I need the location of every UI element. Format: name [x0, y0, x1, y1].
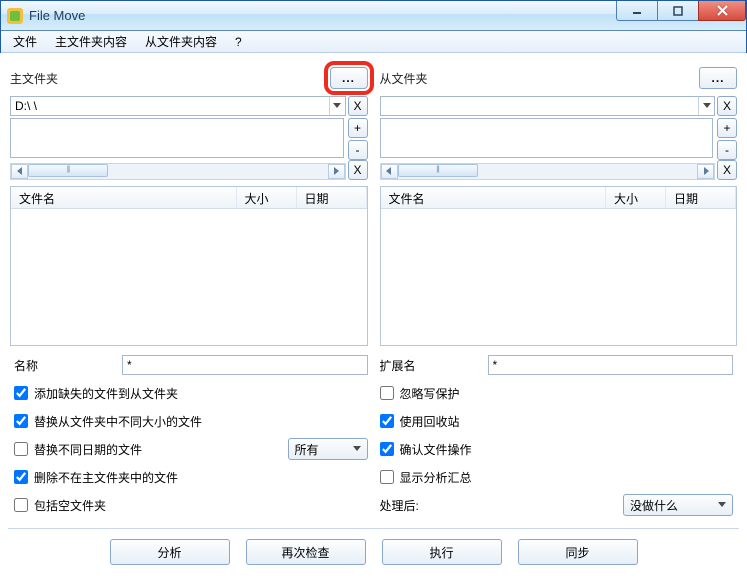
chk-delete-not-master[interactable] [14, 470, 28, 484]
slave-path-clear[interactable]: X [717, 96, 737, 116]
maximize-button[interactable] [657, 1, 699, 21]
master-filter-remove[interactable]: - [348, 140, 368, 160]
slave-filelist: 文件名 大小 日期 [380, 186, 738, 346]
opt-include-empty[interactable]: 包括空文件夹 [14, 494, 368, 516]
options-right: 扩展名 忽略写保护 使用回收站 确认文件操作 显示分析汇总 处理后: [380, 354, 734, 516]
master-filter-box[interactable] [10, 118, 344, 158]
opt-show-summary[interactable]: 显示分析汇总 [380, 466, 734, 488]
name-filter-input[interactable] [122, 355, 368, 375]
opt-confirm-ops[interactable]: 确认文件操作 [380, 438, 734, 460]
chk-ignore-wp[interactable] [380, 386, 394, 400]
opt-replace-size[interactable]: 替换从文件夹中不同大小的文件 [14, 410, 368, 432]
master-filter-add[interactable]: + [348, 118, 368, 138]
name-filter-label: 名称 [14, 357, 114, 374]
chk-use-recycle[interactable] [380, 414, 394, 428]
chevron-down-icon [698, 97, 714, 115]
scroll-thumb[interactable] [398, 164, 478, 177]
master-pane: 主文件夹 ... D:\ \ X + - [10, 64, 368, 346]
scroll-left-icon[interactable] [381, 164, 398, 179]
ext-filter-label: 扩展名 [380, 357, 480, 374]
slave-filter-box[interactable] [380, 118, 714, 158]
slave-hscrollbar[interactable] [380, 163, 716, 180]
chk-replace-size[interactable] [14, 414, 28, 428]
options: 名称 添加缺失的文件到从文件夹 替换从文件夹中不同大小的文件 替换不同日期的文件… [0, 346, 747, 516]
scroll-thumb[interactable] [28, 164, 108, 177]
slave-filter-remove[interactable]: - [717, 140, 737, 160]
minimize-icon [632, 6, 642, 16]
chk-include-empty[interactable] [14, 498, 28, 512]
opt-ignore-wp[interactable]: 忽略写保护 [380, 382, 734, 404]
chevron-down-icon [350, 442, 364, 456]
scroll-right-icon[interactable] [697, 164, 714, 179]
ext-filter-input[interactable] [488, 355, 734, 375]
recheck-button[interactable]: 再次检查 [246, 539, 366, 565]
master-filelist: 文件名 大小 日期 [10, 186, 368, 346]
col-date[interactable]: 日期 [666, 187, 736, 208]
maximize-icon [673, 6, 683, 16]
chevron-down-icon [715, 498, 729, 512]
minimize-button[interactable] [616, 1, 658, 21]
menu-slave[interactable]: 从文件夹内容 [137, 31, 225, 52]
chevron-down-icon [329, 97, 345, 115]
slave-path-combo[interactable] [380, 96, 716, 116]
chk-show-summary[interactable] [380, 470, 394, 484]
close-icon [717, 5, 728, 16]
menu-help[interactable]: ? [227, 33, 250, 51]
slave-pane: 从文件夹 ... X + - [380, 64, 738, 346]
after-label: 处理后: [380, 497, 419, 514]
slave-label: 从文件夹 [380, 70, 428, 87]
master-path-clear[interactable]: X [348, 96, 368, 116]
pane-row: 主文件夹 ... D:\ \ X + - [0, 54, 747, 346]
slave-filter-add[interactable]: + [717, 118, 737, 138]
window-title: File Move [29, 8, 85, 23]
opt-replace-date[interactable]: 替换不同日期的文件 所有 [14, 438, 368, 460]
col-name[interactable]: 文件名 [381, 187, 607, 208]
master-filter-clear[interactable]: X [348, 160, 368, 180]
master-filelist-body[interactable] [11, 209, 367, 345]
chk-replace-date[interactable] [14, 442, 28, 456]
chk-add-missing[interactable] [14, 386, 28, 400]
slave-filelist-body[interactable] [381, 209, 737, 345]
execute-button[interactable]: 执行 [382, 539, 502, 565]
col-date[interactable]: 日期 [297, 187, 367, 208]
menu-master[interactable]: 主文件夹内容 [47, 31, 135, 52]
analyze-button[interactable]: 分析 [110, 539, 230, 565]
chk-confirm-ops[interactable] [380, 442, 394, 456]
col-name[interactable]: 文件名 [11, 187, 237, 208]
titlebar: File Move [1, 1, 746, 31]
menu-file[interactable]: 文件 [5, 31, 45, 52]
sync-button[interactable]: 同步 [518, 539, 638, 565]
master-browse-button[interactable]: ... [330, 67, 368, 89]
window-buttons [617, 1, 746, 21]
button-bar: 分析 再次检查 执行 同步 [0, 529, 747, 579]
content: 主文件夹 ... D:\ \ X + - [0, 53, 747, 575]
opt-delete-not-master[interactable]: 删除不在主文件夹中的文件 [14, 466, 368, 488]
slave-filter-clear[interactable]: X [717, 160, 737, 180]
master-path-text: D:\ \ [15, 99, 37, 113]
close-button[interactable] [698, 1, 746, 21]
options-left: 名称 添加缺失的文件到从文件夹 替换从文件夹中不同大小的文件 替换不同日期的文件… [14, 354, 368, 516]
master-label: 主文件夹 [10, 70, 58, 87]
slave-browse-button[interactable]: ... [699, 67, 737, 89]
col-size[interactable]: 大小 [237, 187, 297, 208]
master-hscrollbar[interactable] [10, 163, 346, 180]
menubar: 文件 主文件夹内容 从文件夹内容 ? [1, 31, 746, 53]
opt-add-missing[interactable]: 添加缺失的文件到从文件夹 [14, 382, 368, 404]
date-mode-combo[interactable]: 所有 [288, 438, 368, 460]
opt-use-recycle[interactable]: 使用回收站 [380, 410, 734, 432]
col-size[interactable]: 大小 [606, 187, 666, 208]
master-path-combo[interactable]: D:\ \ [10, 96, 346, 116]
after-action-combo[interactable]: 没做什么 [623, 494, 733, 516]
app-icon [7, 8, 23, 24]
scroll-right-icon[interactable] [328, 164, 345, 179]
scroll-left-icon[interactable] [11, 164, 28, 179]
